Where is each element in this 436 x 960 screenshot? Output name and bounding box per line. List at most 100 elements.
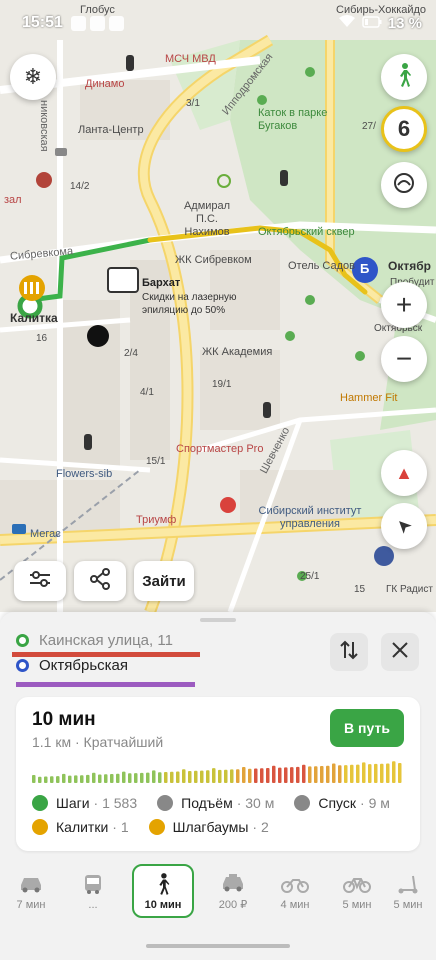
- swap-icon: [338, 639, 360, 666]
- start-navigation-button[interactable]: В путь: [330, 709, 404, 747]
- elevation-bar: [38, 776, 42, 783]
- elevation-bar: [242, 767, 246, 783]
- route-settings-button[interactable]: [14, 561, 66, 601]
- home-indicator[interactable]: [146, 944, 290, 948]
- elevation-bar: [284, 767, 288, 783]
- elevation-bar: [122, 771, 126, 783]
- close-route-button[interactable]: [381, 633, 419, 671]
- zoom-out-button[interactable]: −: [381, 336, 427, 382]
- elevation-bar: [260, 768, 264, 783]
- elevation-bar: [218, 769, 222, 783]
- traffic-score-button[interactable]: 6: [381, 106, 427, 152]
- zoom-in-button[interactable]: +: [381, 282, 427, 328]
- stats-row-1: Шаги · 1 583 Подъём · 30 м Спуск · 9 м: [32, 795, 390, 811]
- ascent-value: · 30 м: [236, 795, 275, 811]
- elevation-bar: [62, 773, 66, 783]
- elevation-bar: [74, 775, 78, 783]
- elevation-bar: [50, 776, 54, 783]
- gate-icon: [32, 819, 48, 835]
- map-label-4-1: 4/1: [140, 387, 154, 398]
- barrier-icon: [148, 819, 165, 835]
- mode-scooter-label: 5 мин: [393, 898, 423, 911]
- route-summary: 1.1 км · Кратчайший: [32, 734, 164, 750]
- map-label-megas: Мегас: [30, 528, 61, 540]
- elevation-bar: [326, 765, 330, 783]
- notification-icon: [108, 15, 124, 31]
- elevation-bar: [320, 766, 324, 783]
- elevation-bar: [92, 772, 96, 783]
- elevation-bar: [32, 775, 36, 783]
- elevation-bar: [302, 764, 306, 783]
- elevation-bar: [128, 773, 132, 783]
- map-label-2-4: 2/4: [124, 348, 138, 359]
- elevation-bar: [206, 770, 210, 783]
- elevation-bar: [398, 763, 402, 783]
- mode-transit[interactable]: ...: [62, 864, 124, 918]
- elevation-bar: [200, 770, 204, 783]
- elevation-bar: [212, 768, 216, 783]
- elevation-profile: [32, 761, 402, 783]
- share-button[interactable]: [74, 561, 126, 601]
- mode-moto[interactable]: 4 мин: [264, 864, 326, 918]
- elevation-bar: [350, 764, 354, 783]
- map-label-jk-akademiya: ЖК Академия: [202, 346, 273, 358]
- minus-icon: −: [395, 343, 413, 374]
- elevation-bar: [344, 765, 348, 783]
- status-right: 13 %: [338, 14, 422, 32]
- elevation-bar: [368, 764, 372, 783]
- map-label-kalitka: Калитка: [10, 311, 58, 325]
- map-label-barkhat-sub: Скидки на лазерную эпиляцию до 50%: [142, 292, 237, 316]
- elevation-bar: [188, 771, 192, 783]
- map-label-lanta: Ланта-Центр: [78, 124, 144, 136]
- locate-me-button[interactable]: ➤: [381, 503, 427, 549]
- mode-moto-label: 4 мин: [280, 898, 310, 911]
- map-label-flowers: Flowers-sib: [56, 468, 113, 480]
- mode-walk[interactable]: 10 мин: [132, 864, 194, 918]
- notification-icon: [89, 15, 105, 31]
- layers-icon: [392, 171, 416, 199]
- compass-button[interactable]: ▲: [381, 450, 427, 496]
- app-root: Глобус Сибирь-Хоккайдо МСЧ МВД Динамо Ип…: [0, 0, 436, 960]
- snowflake-button[interactable]: ❄: [10, 54, 56, 100]
- steps-value: · 1 583: [93, 795, 138, 811]
- enter-button[interactable]: Зайти: [134, 561, 194, 601]
- elevation-bar: [158, 772, 162, 783]
- share-icon: [89, 567, 111, 595]
- map-label-msch-mvd: МСЧ МВД: [165, 53, 216, 65]
- steps-label: Шаги: [56, 795, 90, 811]
- barriers-value: · 2: [252, 819, 269, 835]
- elevation-bar: [146, 772, 150, 783]
- sheet-grip[interactable]: [200, 618, 236, 622]
- route-card[interactable]: 10 мин 1.1 км · Кратчайший В путь Шаги ·…: [16, 697, 420, 851]
- map-label-admiral: Адмирал П.С. Нахимов: [183, 200, 231, 238]
- mode-bike[interactable]: 5 мин: [326, 864, 388, 918]
- descent-value: · 9 м: [360, 795, 390, 811]
- route-from[interactable]: Каинская улица, 11: [16, 632, 173, 649]
- map-label-3-1: 3/1: [186, 98, 200, 109]
- mode-car[interactable]: 7 мин: [0, 864, 62, 918]
- elevation-bar: [110, 774, 114, 783]
- mode-scooter[interactable]: 5 мин: [388, 864, 428, 918]
- mode-bike-label: 5 мин: [342, 898, 372, 911]
- map-label-16: 16: [36, 333, 48, 344]
- elevation-bar: [56, 776, 60, 783]
- elevation-bar: [164, 772, 168, 783]
- locate-arrow-icon: ➤: [391, 513, 417, 539]
- mode-taxi[interactable]: 200 ₽: [202, 864, 264, 918]
- elevation-bar: [386, 763, 390, 783]
- gates-value: · 1: [112, 819, 129, 835]
- elevation-bar: [182, 769, 186, 783]
- route-to[interactable]: Октябрьская: [16, 657, 128, 674]
- barriers-label: Шлагбаумы: [172, 819, 249, 835]
- descent-icon: [294, 795, 311, 811]
- map-label-oktyabr: Октябр: [388, 259, 431, 273]
- map-view[interactable]: Глобус Сибирь-Хоккайдо МСЧ МВД Динамо Ип…: [0, 0, 436, 612]
- map-label-otel: Отель Садов: [288, 260, 355, 272]
- swap-points-button[interactable]: [330, 633, 368, 671]
- map-label-katok: Каток в парке Бугаков: [258, 107, 328, 132]
- map-label-barkhat: Бархат: [142, 277, 181, 289]
- layers-button[interactable]: [381, 162, 427, 208]
- pedestrian-mode-button[interactable]: [381, 54, 427, 100]
- point-b-marker[interactable]: Б: [360, 262, 369, 275]
- stats-row-2: Калитки · 1 Шлагбаумы · 2: [32, 819, 269, 835]
